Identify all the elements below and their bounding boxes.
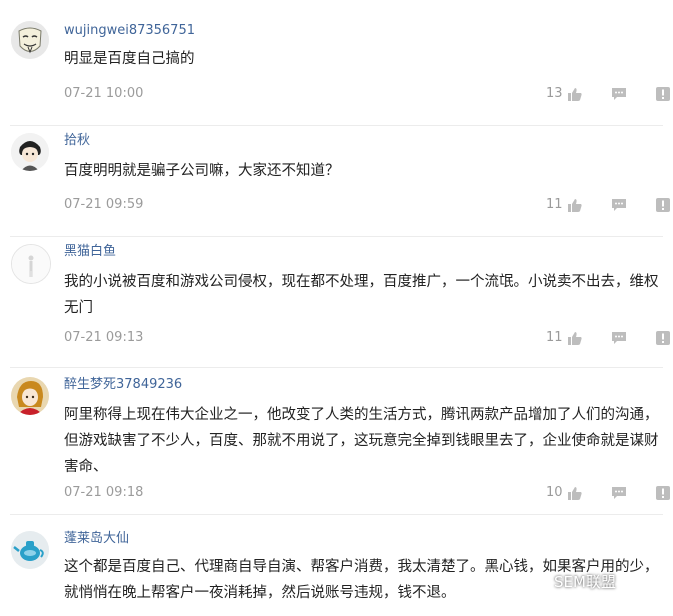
divider: [10, 367, 663, 368]
comment-footer: 07-21 09:18 10: [64, 483, 673, 503]
report-icon[interactable]: [656, 485, 670, 504]
thumbs-up-icon[interactable]: [568, 485, 582, 504]
thumbs-up-icon[interactable]: [568, 197, 582, 216]
comment-text: 明显是百度自己搞的: [64, 51, 195, 67]
comment-icon[interactable]: [612, 86, 626, 105]
comment-footer: 07-21 10:00 13: [64, 84, 673, 104]
timestamp: 07-21 09:13: [64, 330, 144, 345]
thumbs-up-icon[interactable]: [568, 86, 582, 105]
comment-icon[interactable]: [612, 330, 626, 349]
wechat-logo-icon: [528, 572, 550, 600]
comment-text: 百度明明就是骗子公司嘛，大家还不知道？: [64, 163, 340, 179]
thumbs-up-icon[interactable]: [568, 330, 582, 349]
timestamp: 07-21 09:18: [64, 485, 144, 500]
comment-footer: 07-21 09:59 11: [64, 195, 673, 215]
divider: [10, 125, 663, 126]
cartoon-avatar-icon[interactable]: [11, 133, 49, 171]
comment-item: 拾秋 百度明明就是骗子公司嘛，大家还不知道？ 07-21 09:59 11: [0, 131, 673, 242]
watermark-text: SEM联盟: [554, 573, 616, 591]
comment-footer: 07-21 09:13 11: [64, 328, 673, 348]
divider: [10, 514, 663, 515]
comment-icon[interactable]: [612, 197, 626, 216]
figure-avatar-icon[interactable]: [11, 244, 51, 284]
like-count: 11: [546, 330, 563, 345]
mask-avatar-icon[interactable]: [11, 21, 49, 59]
comment-text: 我的小说被百度和游戏公司侵权，现在都不处理，百度推广，一个流氓。小说卖不出去，维…: [64, 274, 659, 316]
teapot-avatar-icon[interactable]: [11, 531, 49, 569]
like-count: 10: [546, 485, 563, 500]
timestamp: 07-21 10:00: [64, 86, 144, 101]
like-count: 11: [546, 197, 563, 212]
username[interactable]: 黑猫白鱼: [64, 242, 116, 262]
username[interactable]: 拾秋: [64, 131, 90, 151]
comment-icon[interactable]: [612, 485, 626, 504]
report-icon[interactable]: [656, 197, 670, 216]
username[interactable]: 醉生梦死37849236: [64, 375, 182, 395]
report-icon[interactable]: [656, 330, 670, 349]
comment-item: wujingwei87356751 明显是百度自己搞的 07-21 10:00 …: [0, 19, 673, 130]
report-icon[interactable]: [656, 86, 670, 105]
divider: [10, 236, 663, 237]
timestamp: 07-21 09:59: [64, 197, 144, 212]
comment-text: 阿里称得上现在伟大企业之一，他改变了人类的生活方式，腾讯两款产品增加了人们的沟通…: [64, 407, 659, 475]
watermark: SEM联盟: [528, 568, 668, 596]
like-count: 13: [546, 86, 563, 101]
comment-item: 醉生梦死37849236 阿里称得上现在伟大企业之一，他改变了人类的生活方式，腾…: [0, 375, 673, 515]
username[interactable]: wujingwei87356751: [64, 21, 195, 41]
username[interactable]: 蓬莱岛大仙: [64, 529, 129, 549]
anime-avatar-icon[interactable]: [11, 377, 49, 415]
comment-item: 黑猫白鱼 我的小说被百度和游戏公司侵权，现在都不处理，百度推广，一个流氓。小说卖…: [0, 242, 673, 379]
